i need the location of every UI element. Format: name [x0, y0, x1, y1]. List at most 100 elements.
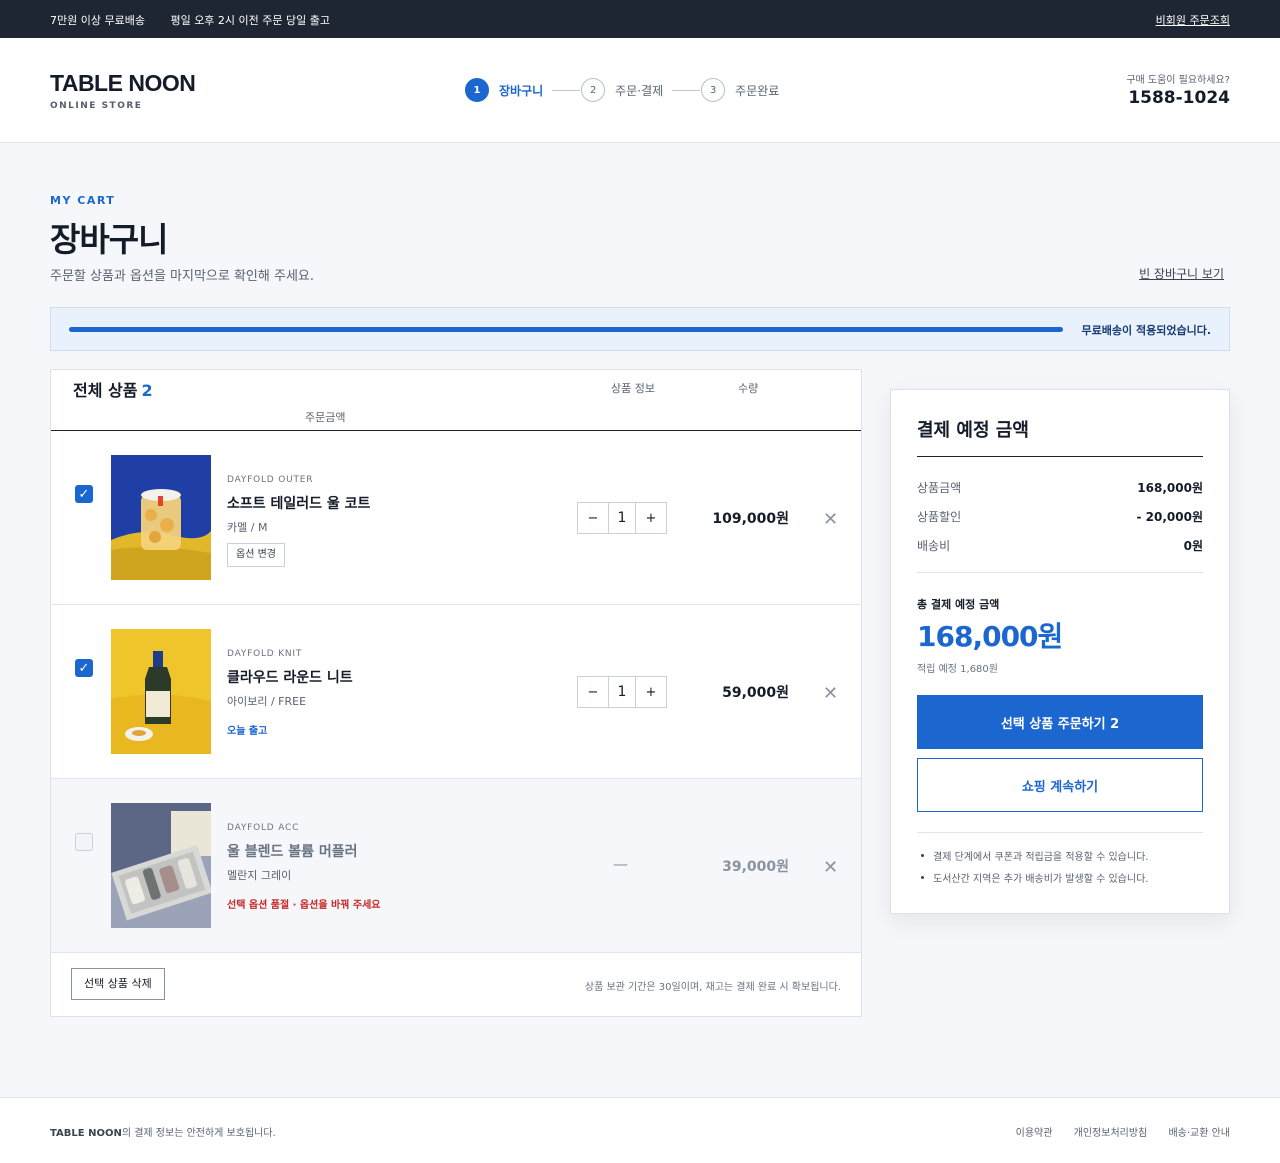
- increase-quantity-button[interactable]: +: [636, 677, 666, 707]
- continue-shopping-button[interactable]: 쇼핑 계속하기: [917, 758, 1203, 812]
- page-description: 주문할 상품과 옵션을 마지막으로 확인해 주세요.: [50, 269, 314, 284]
- help-question: 구매 도움이 필요하세요?: [1126, 75, 1230, 86]
- step-connector: [672, 89, 701, 91]
- item-price: 59,000원: [722, 685, 789, 701]
- free-shipping-progress: 무료배송이 적용되었습니다.: [50, 307, 1230, 351]
- store-logo-subtitle: ONLINE STORE: [50, 101, 143, 111]
- product-image[interactable]: [111, 803, 211, 928]
- summary-row-shipping: 배송비 0원: [917, 537, 1203, 554]
- product-image[interactable]: [111, 629, 211, 754]
- announcement-messages: 7만원 이상 무료배송 평일 오후 2시 이전 주문 당일 출고: [50, 12, 352, 28]
- page-title: 장바구니: [50, 220, 168, 259]
- product-brand: DAYFOLD KNIT: [227, 649, 303, 659]
- summary-divider: [917, 456, 1203, 457]
- item-price: 39,000원: [722, 859, 789, 875]
- cart-item-row: ✓ DAYFOLD KNIT 클라우드 라운드 니트 아이보리 / FREE 오…: [51, 605, 861, 779]
- cart-item-row: ✓ DAYFOLD OUTER 소프트 테일러드 울 코트 카멜 / M 옵션 …: [51, 431, 861, 605]
- top-announcement-bar: 7만원 이상 무료배송 평일 오후 2시 이전 주문 당일 출고 비회원 주문조…: [0, 0, 1280, 38]
- quantity-value[interactable]: 1: [608, 677, 636, 707]
- remove-item-icon[interactable]: ✕: [823, 857, 838, 878]
- payment-summary: 결제 예정 금액 상품금액 168,000원 상품할인 - 20,000원 배송…: [890, 389, 1230, 914]
- item-checkbox[interactable]: ✓: [75, 659, 93, 677]
- cart-list: 전체 상품 2 상품 정보 수량 주문금액 ✓ DAYFOLD OUTER 소프트…: [50, 369, 862, 1017]
- quantity-value[interactable]: 1: [608, 503, 636, 533]
- step-1-label: 장바구니: [499, 83, 544, 98]
- summary-row-label: 배송비: [917, 539, 951, 553]
- site-footer: TABLE NOON의 결제 정보는 안전하게 보호됩니다. 이용약관 개인정보…: [0, 1097, 1280, 1163]
- step-connector: [552, 89, 581, 91]
- step-2-label: 주문·결제: [615, 83, 664, 98]
- progress-fill: [69, 327, 1063, 332]
- change-option-button[interactable]: 옵션 변경: [227, 543, 285, 567]
- footer-link-terms[interactable]: 이용약관: [1016, 1128, 1053, 1139]
- column-product-info: 상품 정보: [611, 382, 655, 395]
- site-header: TABLE NOON ONLINE STORE 1 장바구니 2 주문·결제 3…: [0, 38, 1280, 143]
- footer-security-text: 의 결제 정보는 안전하게 보호됩니다.: [121, 1128, 276, 1139]
- help-phone-number[interactable]: 1588-1024: [1128, 88, 1230, 108]
- cart-footer: 선택 상품 삭제 상품 보관 기간은 30일이며, 재고는 결제 완료 시 확보…: [51, 952, 861, 1016]
- store-logo[interactable]: TABLE NOON: [50, 70, 196, 97]
- summary-notes: 결제 단계에서 쿠폰과 적립금을 적용할 수 있습니다. 도서산간 지역은 추가…: [917, 848, 1203, 892]
- order-selected-button[interactable]: 선택 상품 주문하기 2: [917, 695, 1203, 749]
- page-eyebrow: MY CART: [50, 194, 116, 207]
- summary-row-value: - 20,000원: [1136, 510, 1203, 524]
- step-3-label: 주문완료: [735, 83, 780, 98]
- same-day-shipping-message: 평일 오후 2시 이전 주문 당일 출고: [170, 14, 330, 27]
- product-name[interactable]: 울 블렌드 볼륨 머플러: [227, 841, 358, 861]
- summary-title: 결제 예정 금액: [917, 420, 1029, 441]
- checkout-steps: 1 장바구니 2 주문·결제 3 주문완료: [465, 78, 779, 102]
- all-items-label: 전체 상품 2: [73, 377, 153, 401]
- quantity-stepper: − 1 +: [577, 676, 667, 708]
- product-name[interactable]: 소프트 테일러드 울 코트: [227, 493, 370, 513]
- footer-security-note: TABLE NOON의 결제 정보는 안전하게 보호됩니다.: [50, 1124, 276, 1139]
- view-empty-cart-link[interactable]: 빈 장바구니 보기: [1139, 265, 1224, 282]
- summary-row-label: 상품할인: [917, 510, 962, 524]
- step-2-number: 2: [581, 78, 606, 102]
- decrease-quantity-button[interactable]: −: [578, 503, 608, 533]
- ships-today-badge: 오늘 출고: [227, 726, 268, 737]
- progress-track: [69, 327, 1063, 332]
- quantity-unavailable: —: [613, 855, 628, 873]
- step-3-number: 3: [701, 78, 726, 102]
- guest-order-lookup-link[interactable]: 비회원 주문조회: [1156, 12, 1230, 28]
- column-quantity: 수량: [738, 382, 759, 395]
- summary-divider: [917, 572, 1203, 573]
- footer-link-shipping[interactable]: 배송·교환 안내: [1168, 1128, 1230, 1139]
- cart-item-row-disabled: DAYFOLD ACC 울 블렌드 볼륨 머플러 멜란지 그레이 선택 옵션 품…: [51, 779, 861, 953]
- cart-retention-note: 상품 보관 기간은 30일이며, 재고는 결제 완료 시 확보됩니다.: [584, 982, 841, 993]
- product-option: 멜란지 그레이: [227, 869, 292, 882]
- product-name[interactable]: 클라우드 라운드 니트: [227, 667, 353, 687]
- item-checkbox[interactable]: ✓: [75, 485, 93, 503]
- product-brand: DAYFOLD ACC: [227, 823, 300, 833]
- summary-note: 도서산간 지역은 추가 배송비가 발생할 수 있습니다.: [917, 870, 1203, 885]
- free-shipping-status: 무료배송이 적용되었습니다.: [1081, 324, 1211, 337]
- footer-brand: TABLE NOON: [50, 1128, 122, 1139]
- summary-row-value: 0원: [1183, 539, 1203, 553]
- product-image[interactable]: [111, 455, 211, 580]
- product-option: 아이보리 / FREE: [227, 695, 307, 708]
- item-checkbox[interactable]: [75, 833, 93, 851]
- summary-row-value: 168,000원: [1137, 481, 1203, 495]
- cart-count: 2: [141, 381, 153, 400]
- cart-header: 전체 상품 2 상품 정보 수량 주문금액: [51, 370, 861, 431]
- total-label: 총 결제 예정 금액: [917, 598, 1000, 611]
- quantity-stepper: − 1 +: [577, 502, 667, 534]
- step-1-number: 1: [465, 78, 489, 102]
- summary-note: 결제 단계에서 쿠폰과 적립금을 적용할 수 있습니다.: [917, 848, 1203, 863]
- summary-divider: [917, 832, 1203, 833]
- product-brand: DAYFOLD OUTER: [227, 475, 314, 485]
- column-order-amount: 주문금액: [305, 411, 346, 424]
- decrease-quantity-button[interactable]: −: [578, 677, 608, 707]
- free-shipping-message: 7만원 이상 무료배송: [50, 14, 145, 27]
- remove-item-icon[interactable]: ✕: [823, 509, 838, 530]
- footer-link-privacy[interactable]: 개인정보처리방침: [1074, 1128, 1148, 1139]
- summary-row-subtotal: 상품금액 168,000원: [917, 479, 1203, 496]
- product-option: 카멜 / M: [227, 521, 268, 534]
- delete-selected-button[interactable]: 선택 상품 삭제: [71, 968, 165, 1000]
- sold-out-warning[interactable]: 선택 옵션 품절 · 옵션을 바꿔 주세요: [227, 896, 381, 911]
- summary-row-label: 상품금액: [917, 481, 962, 495]
- remove-item-icon[interactable]: ✕: [823, 683, 838, 704]
- item-price: 109,000원: [712, 511, 789, 527]
- increase-quantity-button[interactable]: +: [636, 503, 666, 533]
- summary-row-discount: 상품할인 - 20,000원: [917, 508, 1203, 525]
